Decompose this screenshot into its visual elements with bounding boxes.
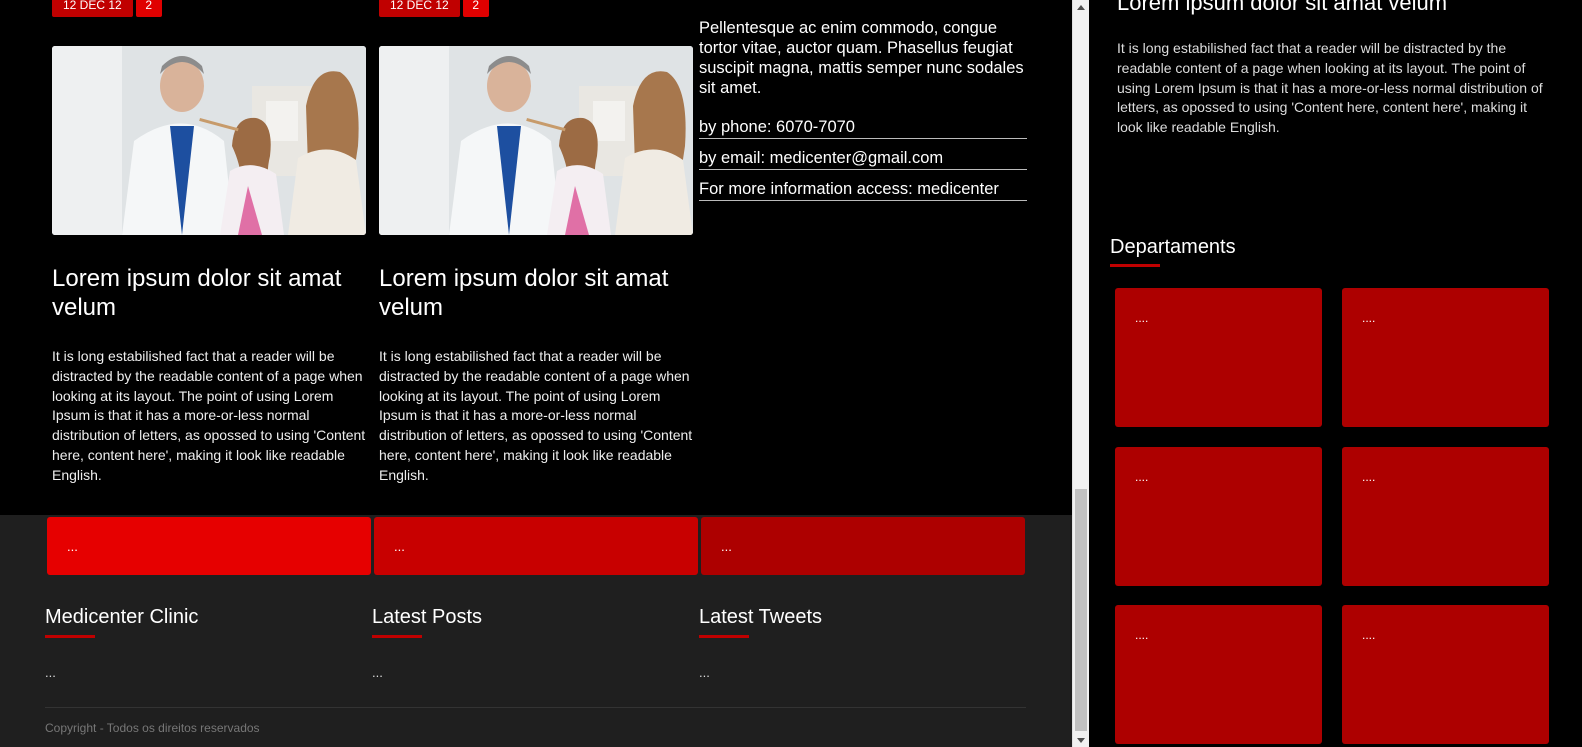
footer-column-latest-tweets: Latest Tweets ... <box>699 605 999 680</box>
copyright-text: Copyright - Todos os direitos reservados <box>45 721 260 735</box>
title-underline <box>699 635 749 638</box>
footer: ... ... ... Medicenter Clinic ... Latest… <box>0 515 1072 747</box>
feature-box[interactable]: ... <box>701 517 1025 575</box>
contact-more-info[interactable]: For more information access: medicenter <box>699 179 1027 201</box>
sidebar-text: It is long estabilished fact that a read… <box>1117 40 1543 136</box>
footer-column-clinic: Medicenter Clinic ... <box>45 605 345 680</box>
footer-column-title: Latest Tweets <box>699 606 823 628</box>
footer-column-content: ... <box>699 665 710 680</box>
department-label: .... <box>1362 628 1376 642</box>
comment-count-badge[interactable]: 2 <box>135 0 162 17</box>
post-image[interactable] <box>52 46 366 235</box>
contact-info: Pellentesque ac enim commodo, congue tor… <box>699 18 1027 210</box>
contact-email[interactable]: by email: medicenter@gmail.com <box>699 148 1027 170</box>
department-label: .... <box>1135 311 1149 325</box>
post-title[interactable]: Lorem ipsum dolor sit amat velum <box>52 264 366 322</box>
department-tile[interactable]: .... <box>1115 447 1322 586</box>
footer-column-latest-posts: Latest Posts ... <box>372 605 672 680</box>
department-label: .... <box>1362 311 1376 325</box>
comment-count-badge[interactable]: 2 <box>462 0 489 17</box>
contact-intro: Pellentesque ac enim commodo, congue tor… <box>699 19 1024 97</box>
post-title[interactable]: Lorem ipsum dolor sit amat velum <box>379 264 693 322</box>
doctor-examining-child-image <box>379 46 693 235</box>
feature-box[interactable]: ... <box>47 517 371 575</box>
feature-label: ... <box>721 539 732 554</box>
contact-phone: by phone: 6070-7070 <box>699 117 1027 139</box>
department-tile[interactable]: .... <box>1342 605 1549 744</box>
post-excerpt: It is long estabilished fact that a read… <box>379 348 693 483</box>
doctor-examining-child-image <box>52 46 366 235</box>
title-underline <box>372 635 422 638</box>
main-content: 12 DEC 12 2 Lorem ipsum dolor sit amat v… <box>0 0 1072 747</box>
department-tile[interactable]: .... <box>1115 288 1322 427</box>
feature-box[interactable]: ... <box>374 517 698 575</box>
footer-column-title: Latest Posts <box>372 606 483 628</box>
department-tile[interactable]: .... <box>1342 447 1549 586</box>
vertical-scrollbar[interactable] <box>1072 0 1089 747</box>
footer-column-content: ... <box>45 665 56 680</box>
department-label: .... <box>1362 470 1376 484</box>
scroll-down-arrow-icon[interactable] <box>1077 738 1085 743</box>
sidebar-title: Lorem ipsum dolor sit amat velum <box>1117 0 1448 15</box>
footer-column-content: ... <box>372 665 383 680</box>
departments-heading: Departaments <box>1110 236 1236 258</box>
title-underline <box>1110 264 1160 267</box>
department-tile[interactable]: .... <box>1342 288 1549 427</box>
post-meta: 12 DEC 12 2 <box>379 0 489 17</box>
footer-divider <box>45 707 1026 708</box>
feature-label: ... <box>394 539 405 554</box>
department-label: .... <box>1135 470 1149 484</box>
sidebar-panel: Lorem ipsum dolor sit amat velum It is l… <box>1089 0 1582 747</box>
department-tile[interactable]: .... <box>1115 605 1322 744</box>
post-image[interactable] <box>379 46 693 235</box>
post-excerpt: It is long estabilished fact that a read… <box>52 348 366 483</box>
post-meta: 12 DEC 12 2 <box>52 0 162 17</box>
scroll-up-arrow-icon[interactable] <box>1077 5 1085 10</box>
scrollbar-thumb[interactable] <box>1075 489 1087 731</box>
title-underline <box>45 635 95 638</box>
feature-label: ... <box>67 539 78 554</box>
department-label: .... <box>1135 628 1149 642</box>
post-date-badge: 12 DEC 12 <box>52 0 133 17</box>
post-date-badge: 12 DEC 12 <box>379 0 460 17</box>
footer-column-title: Medicenter Clinic <box>45 606 199 628</box>
